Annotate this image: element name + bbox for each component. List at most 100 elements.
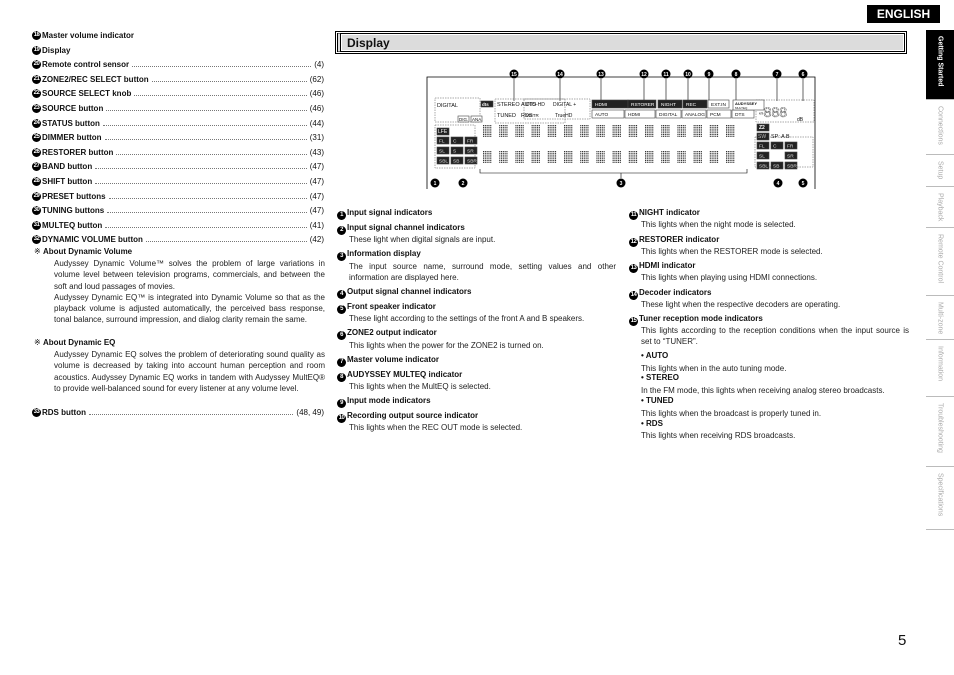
speaker-ab-indicator: SP: A B [771,134,790,140]
dot-matrix-pixel [551,154,553,156]
dot-matrix-pixel [645,158,647,160]
dot-matrix-pixel [661,156,663,158]
dot-matrix-pixel [645,125,647,127]
dot-matrix-pixel [549,161,551,163]
dot-matrix-pixel [501,134,503,136]
page-reference: (41) [309,220,324,230]
dot-matrix-pixel [661,154,663,156]
dot-matrix-pixel [488,156,490,158]
dot-matrix-pixel [486,126,488,128]
dot-matrix-pixel [711,160,713,162]
sidebar-tab-information[interactable]: Information [926,340,954,397]
item-number-badge: 7 [337,357,346,367]
dot-matrix-pixel [567,126,569,128]
dot-matrix-pixel [695,125,697,127]
dot-matrix-pixel [537,154,539,156]
dot-matrix-pixel [711,154,713,156]
sidebar-tab-troubleshooting[interactable]: Troubleshooting [926,397,954,467]
dot-matrix-pixel [731,130,733,132]
note-body: Audyssey Dynamic Volume™ solves the prob… [54,258,325,326]
dot-matrix-pixel [663,135,665,137]
dot-matrix-pixel [486,128,488,130]
sidebar-tab-getting-started[interactable]: Getting Started [926,30,954,100]
dot-matrix-pixel [585,154,587,156]
dot-matrix-pixel [565,158,567,160]
dot-matrix-pixel [726,128,728,130]
dot-matrix-pixel [583,130,585,132]
dot-matrix-pixel [483,125,485,127]
dot-matrix-pixel [731,156,733,158]
dot-matrix-pixel [555,126,557,128]
dot-matrix-pixel [502,160,504,162]
part-list-item: 24 STATUS button (44) [32,118,324,129]
dot-matrix-pixel [709,160,711,162]
note-mark: ※ [34,247,41,256]
dot-matrix-pixel [618,130,620,132]
dot-matrix-pixel [565,132,567,134]
dot-matrix-pixel [515,151,517,153]
page-reference: (46) [309,104,324,113]
dot-matrix-pixel [553,161,555,163]
part-list-item: 19 Display [32,45,324,56]
dot-matrix-pixel [679,135,681,137]
dot-matrix-pixel [501,126,503,128]
item-label: SOURCE SELECT knob [42,89,132,99]
dot-matrix-pixel [681,135,683,137]
leader-dots [108,192,307,199]
dot-matrix-pixel [731,132,733,134]
dot-matrix-pixel [668,161,670,163]
dot-matrix-pixel [727,160,729,162]
dot-matrix-pixel [663,161,665,163]
dot-matrix-pixel [517,156,519,158]
dot-matrix-pixel [652,161,654,163]
dot-matrix-pixel [612,125,614,127]
dot-matrix-pixel [636,158,638,160]
dot-matrix-pixel [538,125,540,127]
dot-matrix-pixel [533,152,535,154]
dot-matrix-pixel [533,158,535,160]
sidebar-tab-remote-control[interactable]: Remote Control [926,228,954,296]
dot-matrix-pixel [715,154,717,156]
dot-matrix-pixel [490,128,492,130]
indicator-name: RESTORER indicator [639,234,720,244]
dot-matrix-pixel [679,151,681,153]
dot-matrix-pixel [533,160,535,162]
dot-matrix-pixel [515,126,517,128]
dot-matrix-pixel [565,126,567,128]
item-label: ZONE2/REC SELECT button [42,74,149,84]
dot-matrix-pixel [729,158,731,160]
dot-matrix-pixel [663,152,665,154]
output-channel-indicator: SBL [759,164,768,170]
dot-matrix-pixel [618,154,620,156]
dot-matrix-pixel [618,152,620,154]
sidebar-tab-connections[interactable]: Connections [926,100,954,155]
sidebar-tab-playback[interactable]: Playback [926,187,954,228]
dot-matrix-pixel [569,135,571,137]
sidebar-tab-setup[interactable]: Setup [926,155,954,187]
dot-matrix-pixel [630,135,632,137]
dot-matrix-pixel [726,151,728,153]
dot-matrix-pixel [488,125,490,127]
dot-matrix-pixel [504,158,506,160]
dot-matrix-pixel [628,161,630,163]
dot-matrix-pixel [700,135,702,137]
dot-matrix-pixel [699,160,701,162]
dot-matrix-pixel [679,160,681,162]
dot-matrix-pixel [567,158,569,160]
dot-matrix-pixel [506,151,508,153]
note-paragraph: Audyssey Dynamic EQ solves the problem o… [54,350,325,393]
dot-matrix-pixel [522,154,524,156]
callout-number: 13 [598,72,604,78]
dot-matrix-pixel [538,134,540,136]
sidebar-tab-multi-zone[interactable]: Multi-zone [926,296,954,340]
dot-matrix-pixel [506,125,508,127]
dot-matrix-pixel [564,128,566,130]
dot-matrix-pixel [628,158,630,160]
dot-matrix-pixel [668,151,670,153]
dot-matrix-pixel [711,158,713,160]
sidebar-tab-specifications[interactable]: Specifications [926,467,954,530]
dot-matrix-pixel [547,161,549,163]
part-list-item: 30 TUNING buttons (47) [32,206,324,216]
dot-matrix-pixel [648,134,650,136]
dot-matrix-pixel [501,128,503,130]
